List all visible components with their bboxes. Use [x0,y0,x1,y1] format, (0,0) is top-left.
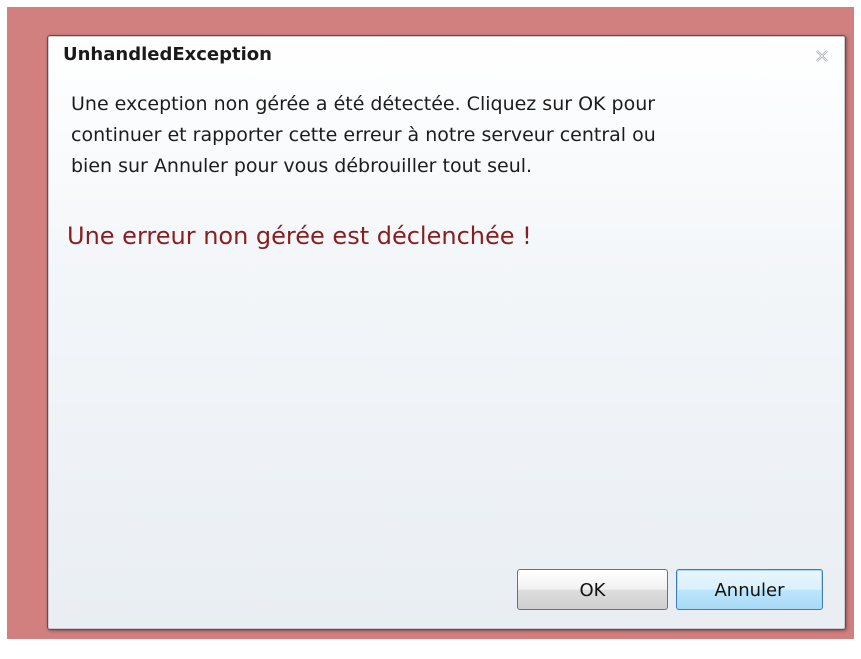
close-icon [816,50,828,62]
unhandled-exception-dialog: UnhandledException Une exception non gér… [47,35,846,630]
cancel-button[interactable]: Annuler [676,569,823,610]
dialog-title: UnhandledException [63,44,272,65]
dialog-title-bar[interactable]: UnhandledException [48,36,845,74]
dialog-message: Une exception non gérée a été détectée. … [71,93,656,177]
ok-button[interactable]: OK [517,569,668,610]
error-message: Une erreur non gérée est déclenchée ! [67,222,532,250]
close-button[interactable] [815,49,829,63]
